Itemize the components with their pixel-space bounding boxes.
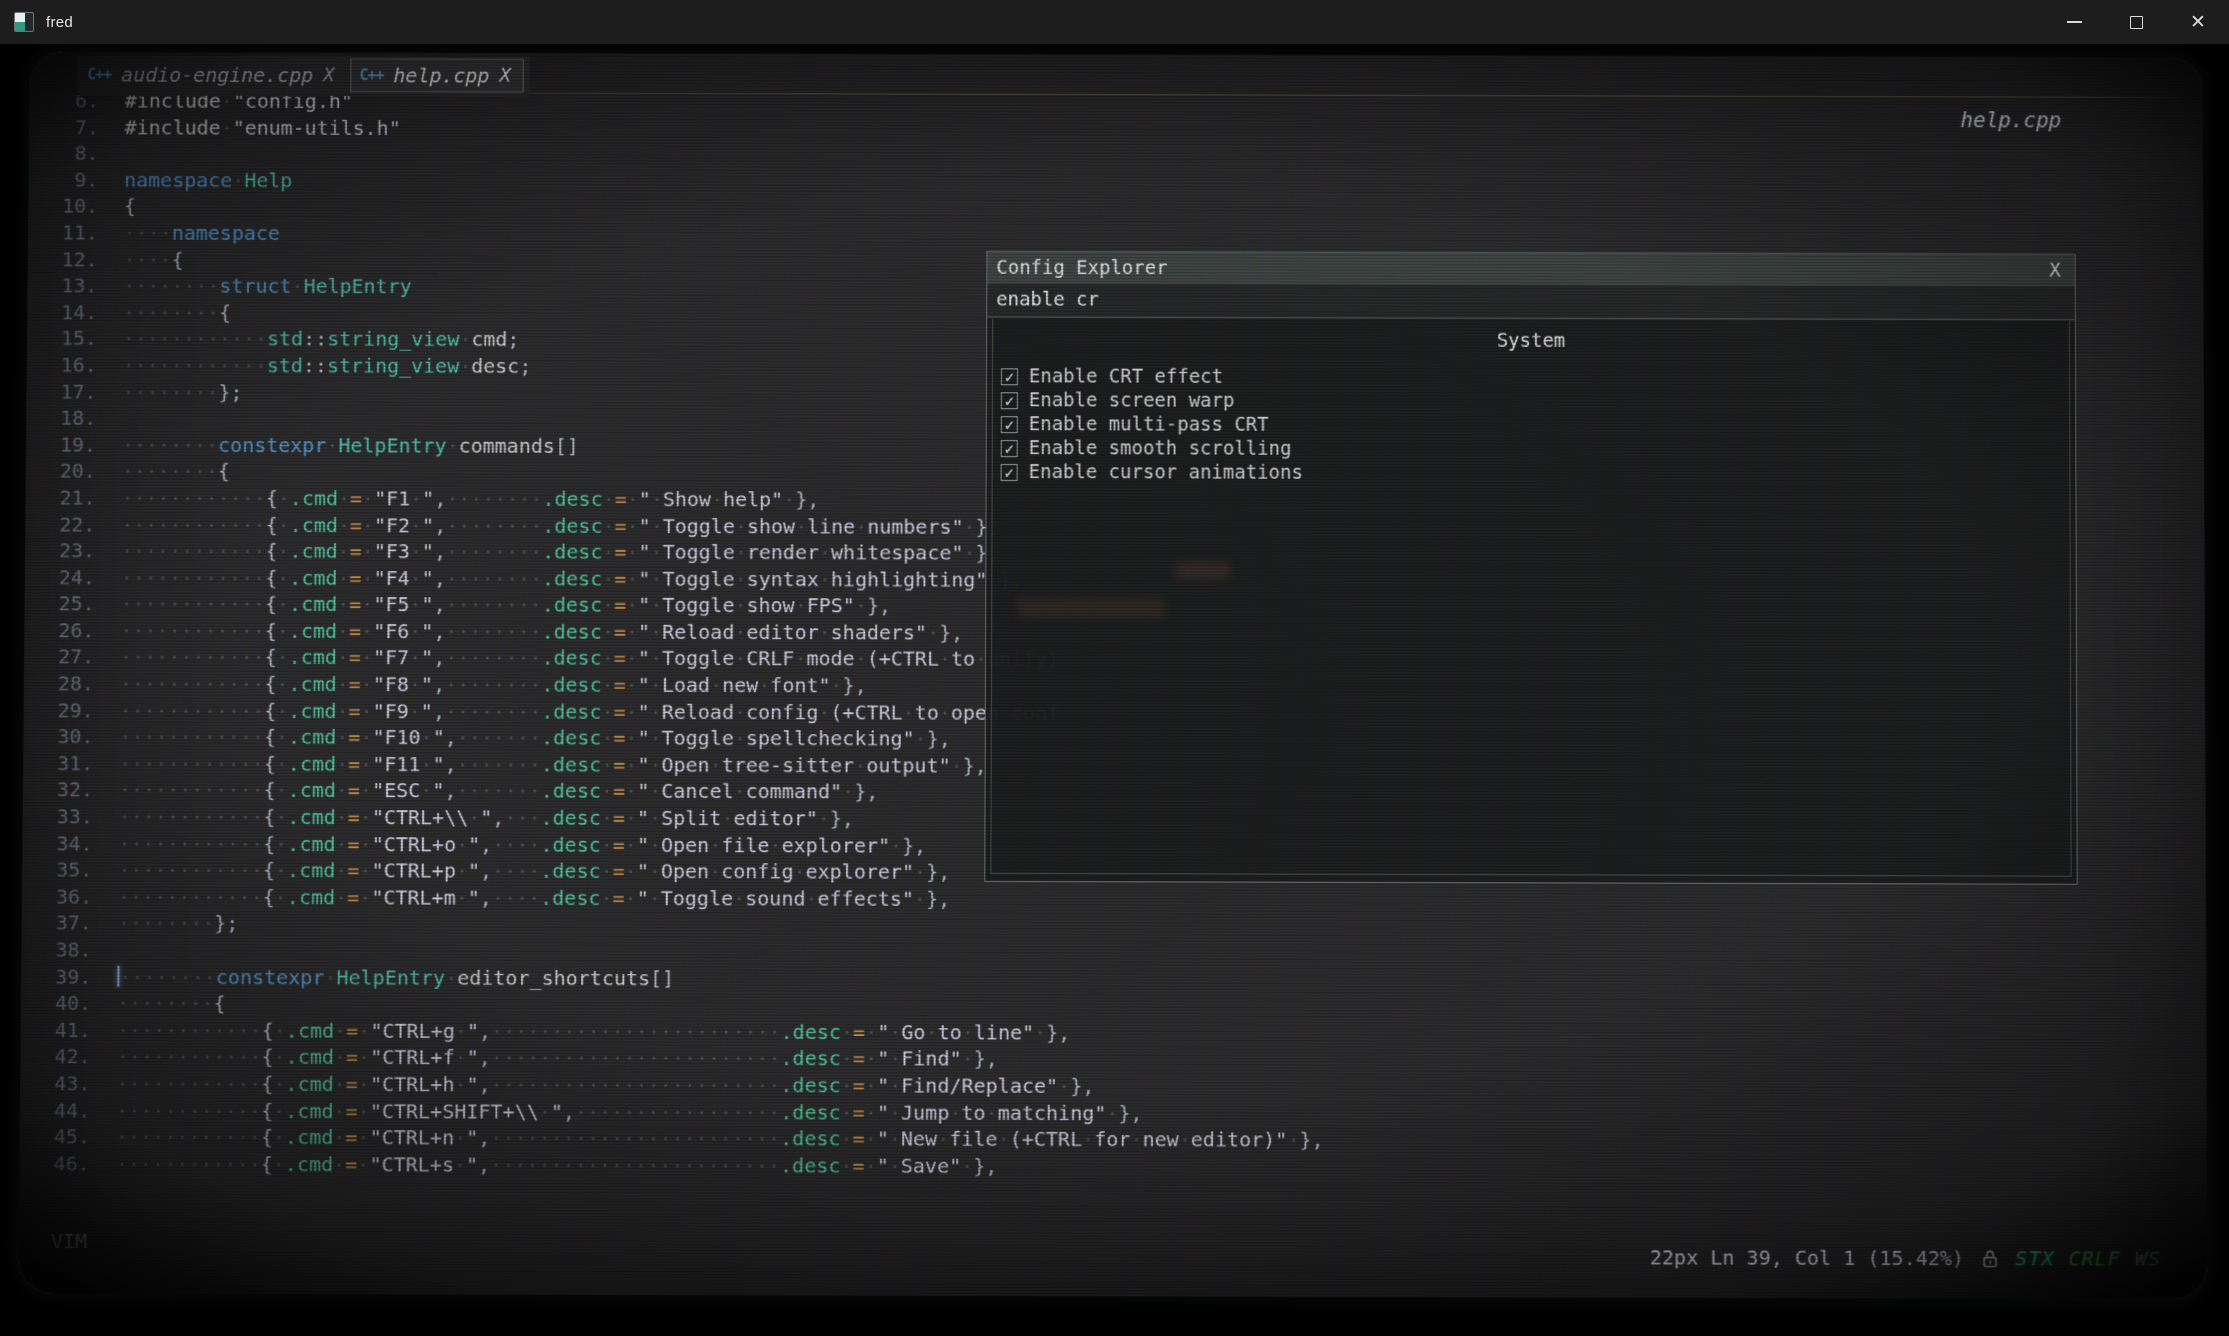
- config-option[interactable]: ✓ Enable multi-pass CRT: [1001, 412, 2069, 439]
- tab-label: help.cpp: [393, 63, 489, 87]
- config-option-label: Enable CRT effect: [1029, 365, 1223, 387]
- line-number: 20.: [26, 458, 96, 485]
- line-number: 25.: [25, 590, 95, 617]
- config-option[interactable]: ✓ Enable screen warp: [1001, 388, 2069, 415]
- minimize-button[interactable]: [2043, 0, 2105, 44]
- line-number: 28.: [24, 670, 94, 697]
- code-line: 39.········constexpr·HelpEntry·editor_sh…: [21, 963, 2206, 995]
- config-explorer-popup: Config Explorer X enable cr System ✓ Enab…: [984, 251, 2077, 885]
- cursor-position-status: 22px Ln 39, Col 1 (15.42%): [1650, 1245, 1964, 1270]
- line-number: 39.: [21, 963, 91, 990]
- config-explorer-body: System ✓ Enable CRT effect ✓ Enable screen …: [990, 318, 2071, 876]
- status-right-cluster: 22px Ln 39, Col 1 (15.42%) STX CRLF WS: [1650, 1245, 2161, 1271]
- line-number: 7.: [29, 114, 99, 141]
- line-number: 16.: [27, 352, 97, 379]
- line-number: 26.: [24, 617, 94, 644]
- tab-close-button[interactable]: X: [323, 64, 335, 86]
- tab-close-button[interactable]: X: [499, 65, 511, 87]
- config-explorer-title: Config Explorer: [996, 252, 1167, 284]
- tab-help.cpp[interactable]: C++ help.cpp X: [350, 58, 523, 92]
- line-number: 15.: [27, 325, 97, 352]
- line-number: 23.: [25, 537, 95, 564]
- editor-screen: C++ audio-engine.cpp X C++ help.cpp X help.cp…: [18, 52, 2207, 1299]
- line-number: 46.: [19, 1150, 89, 1177]
- config-option-label: Enable screen warp: [1029, 389, 1235, 411]
- config-explorer-titlebar[interactable]: Config Explorer X: [987, 252, 2074, 287]
- lock-icon: [1980, 1248, 1999, 1269]
- line-number: 13.: [27, 272, 97, 299]
- line-number: 10.: [28, 193, 98, 220]
- config-option-label: Enable multi-pass CRT: [1029, 413, 1269, 436]
- line-number: 14.: [27, 299, 97, 326]
- status-flag-crlf: CRLF: [2069, 1246, 2121, 1270]
- status-flags: STX CRLF WS: [2015, 1246, 2161, 1271]
- status-flag-ws: WS: [2135, 1247, 2161, 1271]
- maximize-button[interactable]: [2105, 0, 2167, 44]
- line-number: 31.: [23, 750, 93, 777]
- config-option[interactable]: ✓ Enable CRT effect: [1001, 364, 2069, 391]
- burn-in-ghost: [1175, 561, 1231, 579]
- tab-audio-engine.cpp[interactable]: C++ audio-engine.cpp X: [79, 58, 347, 92]
- line-number: 21.: [25, 484, 95, 511]
- checkbox-checked[interactable]: ✓: [1001, 392, 1018, 409]
- line-number: 12.: [28, 246, 98, 273]
- line-number: 38.: [21, 937, 91, 964]
- maximize-icon: [2130, 16, 2143, 29]
- status-mode: VIM: [51, 1229, 87, 1253]
- line-number: 34.: [22, 830, 92, 857]
- tab-label: audio-engine.cpp: [121, 63, 313, 87]
- line-number: 36.: [22, 883, 92, 910]
- minimize-icon: [2067, 21, 2082, 23]
- config-option-label: Enable smooth scrolling: [1029, 437, 1292, 460]
- line-number: 22.: [25, 511, 95, 538]
- config-option[interactable]: ✓ Enable smooth scrolling: [1001, 436, 2070, 463]
- line-number: 44.: [20, 1097, 90, 1124]
- line-number: 24.: [25, 564, 95, 591]
- app-icon: [14, 12, 34, 32]
- cpp-file-icon: C++: [359, 66, 383, 84]
- line-number: 8.: [29, 140, 99, 167]
- tab-bar: C++ audio-engine.cpp X C++ help.cpp X: [77, 56, 530, 97]
- config-option[interactable]: ✓ Enable cursor animations: [1001, 460, 2070, 487]
- checkbox-checked[interactable]: ✓: [1001, 368, 1018, 385]
- line-number: 37.: [22, 910, 92, 937]
- line-number: 9.: [28, 167, 98, 194]
- line-number: 42.: [20, 1043, 90, 1070]
- checkbox-checked[interactable]: ✓: [1001, 440, 1018, 457]
- window-title: fred: [46, 14, 73, 31]
- line-number: 29.: [24, 697, 94, 724]
- line-number: 30.: [23, 723, 93, 750]
- close-icon: ✕: [2190, 13, 2206, 32]
- code-line: 46.············{·.cmd·=·"CTRL+s·",······…: [19, 1150, 2207, 1182]
- config-option-label: Enable cursor animations: [1029, 461, 1303, 484]
- popup-close-button[interactable]: X: [2035, 255, 2074, 287]
- window-titlebar: fred ✕: [0, 0, 2229, 44]
- line-number: 19.: [26, 431, 96, 458]
- line-number: 33.: [23, 803, 93, 830]
- burn-in-ghost: [1016, 598, 1166, 618]
- code-line: 36.············{·.cmd·=·"CTRL+m·",····.d…: [22, 883, 2206, 915]
- line-number: 40.: [21, 990, 91, 1017]
- checkbox-checked[interactable]: ✓: [1001, 464, 1018, 481]
- checkbox-checked[interactable]: ✓: [1001, 416, 1018, 433]
- close-button[interactable]: ✕: [2167, 0, 2229, 44]
- line-number: 17.: [26, 378, 96, 405]
- active-filename-overlay: help.cpp: [1960, 108, 2061, 132]
- line-number: 11.: [28, 219, 98, 246]
- config-search-input[interactable]: enable cr: [987, 284, 2075, 321]
- config-option-list: ✓ Enable CRT effect ✓ Enable screen warp ✓ En…: [1001, 364, 2070, 486]
- line-number: 41.: [21, 1017, 91, 1044]
- config-section-header: System: [993, 328, 2069, 353]
- status-flag-stx: STX: [2015, 1246, 2054, 1270]
- line-number: 43.: [20, 1070, 90, 1097]
- line-number: 18.: [26, 405, 96, 432]
- window-controls: ✕: [2043, 0, 2229, 44]
- cpp-file-icon: C++: [87, 66, 111, 84]
- line-number: 27.: [24, 644, 94, 671]
- line-number: 35.: [22, 857, 92, 884]
- line-number: 45.: [20, 1123, 90, 1150]
- line-number: 32.: [23, 777, 93, 804]
